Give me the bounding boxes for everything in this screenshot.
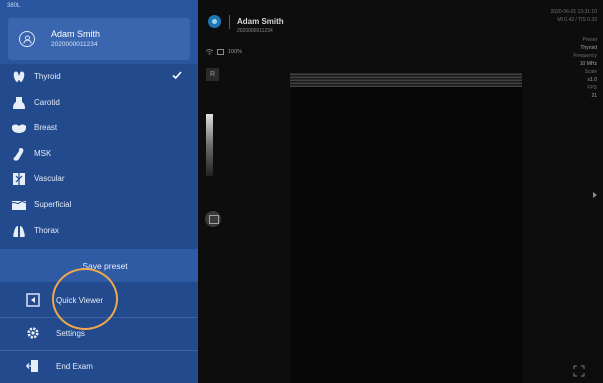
probe-name: 380L [7, 3, 21, 9]
save-preset-button[interactable]: Save preset [0, 249, 198, 282]
superficial-icon [11, 198, 27, 212]
save-preset-label: Save preset [82, 260, 128, 271]
preset-label: Thyroid [34, 72, 61, 81]
preset-label: Thorax [34, 225, 59, 235]
vascular-icon [12, 172, 26, 186]
preset-item-thyroid[interactable]: Thyroid [0, 64, 198, 90]
preset-label: Vascular [34, 174, 65, 184]
preset-label: Breast [34, 123, 58, 133]
wifi-icon [206, 49, 213, 55]
sidebar-header: 380L Adam Smith 2020000011234 [0, 0, 198, 64]
settings-label: Settings [56, 329, 85, 338]
datetime: 2020-06-01 13:31:10 [550, 9, 597, 15]
grayscale-bar [206, 114, 213, 176]
end-exam-button[interactable]: End Exam [0, 350, 198, 383]
avatar-icon [19, 31, 35, 47]
orientation-marker-button[interactable]: R [206, 68, 219, 81]
quick-viewer-label: Quick Viewer [56, 296, 103, 305]
param-label: Frequency [573, 53, 597, 59]
imaging-params: 2020-06-01 13:31:10 MI 0.42 / TIS 0.33 P… [497, 8, 597, 100]
preset-label: MSK [34, 148, 52, 158]
preset-label: Superficial [34, 199, 72, 209]
user-card[interactable]: Adam Smith 2020000011234 [8, 18, 190, 60]
exit-icon [25, 359, 40, 373]
param-value: 21 [591, 93, 597, 99]
param-value: Thyroid [580, 45, 597, 51]
status-row: 100% [206, 49, 242, 55]
battery-level: 100% [228, 49, 243, 55]
scan-echo-band [290, 73, 522, 87]
settings-button[interactable]: Settings [0, 317, 198, 350]
mi-ti: MI 0.42 / TIS 0.33 [557, 17, 597, 23]
patient-name: Adam Smith [237, 17, 284, 26]
quick-viewer-icon [26, 293, 40, 307]
divider [0, 317, 198, 318]
app-window: 380L Adam Smith 2020000011234 Thyroid Ca… [0, 0, 603, 383]
param-label: Scale [584, 69, 597, 75]
app-logo-icon [208, 15, 221, 28]
preset-item-vascular[interactable]: Vascular [0, 166, 198, 192]
bottom-menu: Quick Viewer Settings End Exam [0, 284, 198, 383]
battery-icon [217, 49, 224, 55]
carotid-icon [12, 96, 26, 110]
fullscreen-icon[interactable] [573, 364, 585, 377]
param-label: FPS [587, 85, 597, 91]
expand-panel-arrow-icon[interactable] [593, 192, 597, 198]
msk-icon [12, 147, 26, 161]
preset-item-carotid[interactable]: Carotid [0, 90, 198, 116]
gear-icon [26, 326, 40, 340]
preset-item-msk[interactable]: MSK [0, 141, 198, 167]
param-value: 10 MHz [579, 61, 597, 67]
preset-sidebar: 380L Adam Smith 2020000011234 Thyroid Ca… [0, 0, 198, 383]
divider [0, 350, 198, 351]
thyroid-icon [12, 70, 26, 84]
param-label: Preset [582, 37, 597, 43]
patient-id: 2020000011234 [237, 28, 273, 34]
ultrasound-viewer: Adam Smith 2020000011234 100% R 2020-06-… [198, 0, 603, 383]
divider [229, 15, 230, 29]
orientation-marker: R [209, 71, 216, 78]
end-exam-label: End Exam [56, 362, 93, 371]
freeze-button[interactable] [205, 211, 221, 227]
param-value: x1.0 [587, 77, 597, 83]
preset-item-thorax[interactable]: Thorax [0, 218, 198, 244]
quick-viewer-button[interactable]: Quick Viewer [0, 284, 198, 317]
preset-item-breast[interactable]: Breast [0, 115, 198, 141]
preset-item-superficial[interactable]: Superficial [0, 192, 198, 218]
preset-list: Thyroid Carotid Breast MSK Vascular Supe… [0, 64, 198, 243]
thorax-icon [12, 224, 26, 238]
preset-label: Carotid [34, 97, 60, 107]
scan-image[interactable] [290, 73, 522, 383]
user-name: Adam Smith [51, 29, 101, 39]
user-id: 2020000011234 [51, 41, 98, 48]
check-icon [172, 70, 182, 82]
breast-icon [12, 121, 26, 135]
